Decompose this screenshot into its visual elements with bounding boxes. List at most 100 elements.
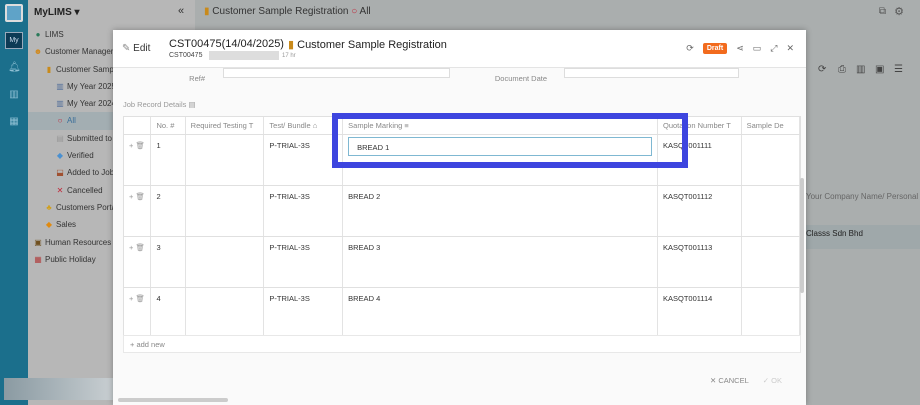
edit-icon: ✎: [122, 43, 131, 54]
brand-menu[interactable]: MyLIMS ▾: [34, 7, 80, 18]
required-testing[interactable]: [186, 135, 265, 185]
trash-icon[interactable]: 🗑︎: [135, 192, 145, 201]
col-no[interactable]: No. #: [151, 117, 186, 134]
breadcrumb-view[interactable]: All: [360, 6, 371, 17]
record-title: CST00475(14/04/2025): [169, 38, 284, 50]
scroll-icon: ▮: [288, 39, 295, 51]
col-required-testing[interactable]: Required Testing T: [186, 117, 265, 134]
refresh-icon[interactable]: ⟳: [686, 43, 694, 54]
user-name-blurred: [209, 51, 279, 60]
sidebar-item-label: All: [67, 116, 76, 126]
share-icon[interactable]: ⋖: [736, 43, 744, 54]
highlight-box: [332, 113, 688, 168]
sidebar-item-label: Human Resources: [45, 237, 112, 247]
hr-icon: ▣: [34, 237, 42, 247]
download-icon[interactable]: ⎙: [838, 64, 846, 75]
job-record-label: Job Record Details: [123, 100, 187, 109]
quotation-number[interactable]: KASQT001113: [658, 237, 742, 287]
background-list: ⟳ ⎙ ▥ ▣ ☰ Your Company Name/ Personal F …: [806, 0, 920, 405]
table-icon: ▤: [188, 100, 196, 109]
sample-description[interactable]: [742, 135, 800, 185]
ok-button[interactable]: ✓ OK: [763, 376, 782, 385]
sample-marking[interactable]: BREAD 2: [348, 192, 380, 201]
add-row-icon[interactable]: +: [129, 192, 133, 201]
module-title: Customer Sample Registration: [297, 39, 447, 51]
sidebar-item-label: Added to Job: [67, 168, 115, 178]
globe-icon: ●: [35, 30, 41, 39]
my-app-button[interactable]: My: [5, 32, 23, 49]
sidebar-item-label: Sales: [56, 220, 77, 230]
expand-icon[interactable]: ⤢: [770, 43, 777, 54]
sidebar-item-label: Verified: [67, 151, 94, 161]
checklist-icon[interactable]: ☰: [894, 64, 903, 75]
calendar-icon[interactable]: ▦: [8, 116, 20, 128]
col-sample-desc[interactable]: Sample De: [742, 117, 800, 134]
breadcrumb-module[interactable]: Customer Sample Registration: [212, 6, 348, 17]
add-row-icon[interactable]: +: [129, 243, 133, 252]
add-new-row-button[interactable]: + add new: [123, 335, 801, 353]
sidebar-item-label: LIMS: [45, 30, 64, 39]
quotation-number[interactable]: KASQT001112: [658, 186, 742, 236]
sales-icon: ◆: [45, 220, 53, 230]
row-number: 1: [151, 135, 186, 185]
scroll-icon: ▮: [46, 64, 52, 74]
circle-icon: ○: [351, 6, 358, 17]
emoji-icon: ☻: [33, 47, 43, 57]
app-rail: My 🔔︎ ▥ ▦: [0, 0, 28, 405]
table-row[interactable]: + 🗑︎ 2 P-TRIAL-3S BREAD 2 KASQT001112: [124, 186, 800, 237]
edit-dialog: ✎ Edit CST00475(14/04/2025) ▮ Customer S…: [113, 30, 806, 405]
sidebar-item-label: Public Holiday: [45, 254, 96, 264]
required-testing[interactable]: [186, 237, 265, 287]
sample-marking[interactable]: BREAD 4: [348, 294, 380, 303]
sample-marking[interactable]: BREAD 3: [348, 243, 380, 252]
required-testing[interactable]: [186, 186, 265, 236]
add-row-icon[interactable]: +: [129, 294, 133, 303]
ref-label: Ref#: [189, 74, 205, 83]
add-row-icon[interactable]: +: [129, 141, 133, 150]
close-icon[interactable]: ✕: [786, 43, 794, 54]
sidebar-item-label: My Year 2025: [67, 81, 116, 91]
doc-icon: ▤: [56, 133, 64, 143]
status-badge: Draft: [702, 43, 728, 54]
vertical-scrollbar[interactable]: [800, 178, 804, 293]
scroll-icon: ▮: [204, 6, 210, 17]
sidebar-item-label: Customers Portal: [56, 202, 118, 212]
row-number: 3: [151, 237, 186, 287]
quotation-number[interactable]: KASQT001114: [658, 288, 742, 338]
collapse-sidebar-icon[interactable]: «: [178, 5, 184, 17]
comment-icon[interactable]: ▭: [753, 43, 762, 54]
people-icon: ♣: [46, 202, 52, 212]
document-date-input[interactable]: [564, 68, 739, 78]
horizontal-scrollbar[interactable]: [118, 398, 228, 402]
trash-icon[interactable]: 🗑︎: [135, 141, 145, 150]
table-row[interactable]: + 🗑︎ 4 P-TRIAL-3S BREAD 4 KASQT001114: [124, 288, 800, 339]
column-header: Your Company Name/ Personal F: [806, 192, 920, 201]
row-number: 2: [151, 186, 186, 236]
calendar-add-icon[interactable]: ▣: [875, 64, 884, 75]
sample-description[interactable]: [742, 237, 800, 287]
document-date-label: Document Date: [494, 74, 547, 83]
circle-icon: ○: [57, 116, 63, 126]
user-profile-blurred[interactable]: [4, 378, 114, 400]
test-bundle[interactable]: P-TRIAL-3S: [264, 288, 344, 338]
sample-description[interactable]: [742, 186, 800, 236]
sidebar-item-label: Cancelled: [67, 185, 103, 195]
calendar-icon: ▦: [34, 254, 42, 264]
table-row[interactable]: Classs Sdn Bhd: [806, 225, 920, 249]
trash-icon[interactable]: 🗑︎: [135, 294, 145, 303]
sample-description[interactable]: [742, 288, 800, 338]
customer-po-ref-input[interactable]: [223, 68, 450, 78]
refresh-icon[interactable]: ⟳: [818, 64, 826, 75]
brand-label: MyLIMS: [34, 7, 72, 18]
chart-icon[interactable]: ▥: [8, 89, 20, 101]
cancel-button[interactable]: ✕ CANCEL: [710, 376, 749, 385]
test-bundle[interactable]: P-TRIAL-3S: [264, 237, 344, 287]
trash-icon[interactable]: 🗑︎: [135, 243, 145, 252]
bell-icon[interactable]: 🔔︎: [8, 62, 21, 74]
dialog-header: ✎ Edit CST00475(14/04/2025) ▮ Customer S…: [113, 30, 806, 68]
chart-icon[interactable]: ▥: [856, 64, 865, 75]
app-logo[interactable]: [5, 4, 23, 22]
test-bundle[interactable]: P-TRIAL-3S: [264, 186, 344, 236]
table-row[interactable]: + 🗑︎ 3 P-TRIAL-3S BREAD 3 KASQT001113: [124, 237, 800, 288]
required-testing[interactable]: [186, 288, 265, 338]
